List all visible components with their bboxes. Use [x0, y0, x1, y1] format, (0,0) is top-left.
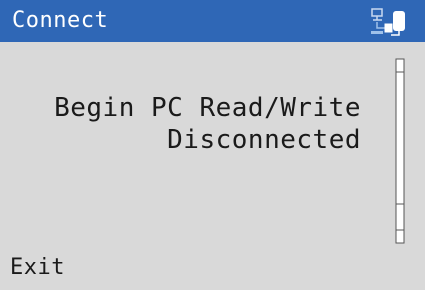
connection-status-label: Disconnected — [167, 125, 361, 155]
connect-screen: Connect Begin PC Read/Write Disconnected… — [0, 0, 425, 290]
scrollbar[interactable] — [395, 58, 405, 244]
begin-read-write-label: Begin PC Read/Write — [54, 93, 361, 123]
exit-softkey[interactable]: Exit — [10, 255, 65, 281]
title-bar: Connect — [0, 0, 425, 42]
status-text-block: Begin PC Read/Write Disconnected — [54, 92, 361, 156]
pc-connection-icon — [371, 8, 405, 36]
screen-title: Connect — [12, 8, 109, 33]
